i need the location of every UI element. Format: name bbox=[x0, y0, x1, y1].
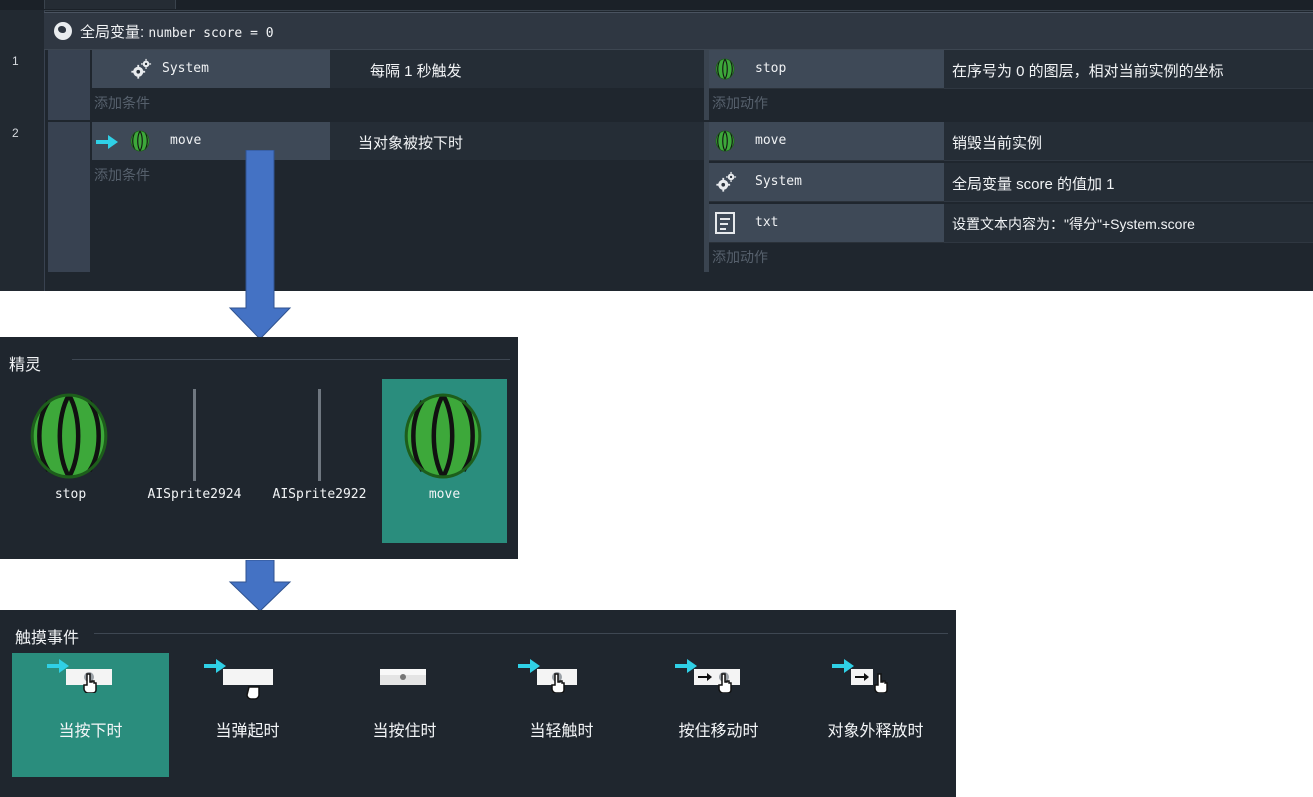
touch-item-label: 当按住时 bbox=[372, 723, 437, 740]
action-description-text: 全局变量 score 的值加 1 bbox=[952, 176, 1115, 193]
touch-tap-icon bbox=[518, 659, 577, 693]
divider bbox=[94, 633, 948, 634]
condition-description-text: 每隔 1 秒触发 bbox=[370, 63, 462, 80]
touch-item-on-drag[interactable]: 按住移动时 bbox=[640, 653, 797, 777]
event-2-action-3-description[interactable]: 设置文本内容为："得分"+System.score bbox=[944, 204, 1313, 243]
flow-arrow-down-icon bbox=[228, 560, 292, 612]
touch-item-label: 当按下时 bbox=[58, 723, 123, 740]
sheet-header-strip bbox=[0, 0, 1313, 11]
touch-release-outside-icon bbox=[832, 659, 888, 693]
condition-object-label: System bbox=[162, 61, 209, 76]
add-action-link[interactable]: 添加动作 bbox=[712, 247, 768, 267]
touch-item-on-hold[interactable]: 当按住时 bbox=[326, 653, 483, 777]
sprite-panel-title: 精灵 bbox=[9, 357, 42, 374]
action-object-label: move bbox=[755, 133, 787, 148]
action-object-label: System bbox=[755, 174, 802, 189]
blank-sprite-icon bbox=[193, 389, 196, 481]
event-1-action-1[interactable]: stop bbox=[709, 50, 944, 89]
add-condition-link[interactable]: 添加条件 bbox=[94, 93, 150, 113]
gear-icon bbox=[715, 171, 737, 193]
sprite-item-aisprite2922[interactable]: AISprite2922 bbox=[257, 379, 382, 543]
touch-drag-icon bbox=[675, 659, 740, 693]
flow-arrow-down-icon bbox=[228, 150, 292, 340]
sprite-panel: 精灵 stop AISprite2924 AISprite2922 move bbox=[0, 337, 518, 559]
line-number-gutter: 1 2 bbox=[0, 10, 45, 291]
event-2-condition[interactable]: move bbox=[92, 122, 330, 160]
event-2-action-3[interactable]: txt bbox=[709, 204, 944, 243]
touch-item-label: 当弹起时 bbox=[215, 723, 280, 740]
sprite-item-move[interactable]: move bbox=[382, 379, 507, 543]
divider bbox=[72, 359, 510, 360]
sprite-name: stop bbox=[54, 487, 87, 502]
sprite-name: AISprite2922 bbox=[272, 487, 367, 502]
blank-sprite-icon bbox=[318, 389, 321, 481]
touch-item-label: 按住移动时 bbox=[678, 723, 759, 740]
event-number-2: 2 bbox=[12, 126, 19, 140]
event-1[interactable]: System 每隔 1 秒触发 添加条件 stop 在序号为 0 的图层，相对当… bbox=[44, 50, 1313, 120]
watermelon-icon bbox=[398, 391, 488, 481]
touch-panel-title: 触摸事件 bbox=[15, 630, 80, 647]
touch-item-on-release-outside[interactable]: 对象外释放时 bbox=[797, 653, 954, 777]
watermelon-icon bbox=[130, 130, 150, 152]
global-variable-declaration: number score = 0 bbox=[148, 26, 274, 41]
event-2-condition-description[interactable]: 当对象被按下时 bbox=[330, 122, 704, 160]
event-2-action-1-description[interactable]: 销毁当前实例 bbox=[944, 122, 1313, 161]
add-action-link[interactable]: 添加动作 bbox=[712, 93, 768, 113]
touch-item-label: 当轻触时 bbox=[529, 723, 594, 740]
sprite-item-aisprite2924[interactable]: AISprite2924 bbox=[132, 379, 257, 543]
touch-release-icon bbox=[204, 659, 273, 700]
event-1-condition[interactable]: System bbox=[92, 50, 330, 88]
touch-item-on-release[interactable]: 当弹起时 bbox=[169, 653, 326, 777]
watermelon-icon bbox=[715, 58, 735, 80]
event-2-block-handle[interactable] bbox=[48, 122, 90, 272]
action-object-label: stop bbox=[755, 61, 787, 76]
text-icon bbox=[715, 212, 735, 234]
condition-object-label: move bbox=[170, 133, 202, 148]
watermelon-icon bbox=[24, 391, 114, 481]
sprite-name: AISprite2924 bbox=[147, 487, 242, 502]
add-condition-link[interactable]: 添加条件 bbox=[94, 165, 150, 185]
event-1-block-handle[interactable] bbox=[48, 50, 90, 120]
touch-press-icon bbox=[47, 659, 112, 693]
sprite-item-stop[interactable]: stop bbox=[8, 379, 133, 543]
sheet-tab[interactable] bbox=[44, 0, 176, 9]
watermelon-icon bbox=[715, 130, 735, 152]
touch-events-panel: 触摸事件 当按下时 当弹起时 当按住时 当轻触时 按住移动时 对象外释放时 bbox=[0, 610, 956, 797]
touch-item-on-press[interactable]: 当按下时 bbox=[12, 653, 169, 777]
event-number-1: 1 bbox=[12, 54, 19, 68]
global-variable-row[interactable]: 全局变量: number score = 0 bbox=[44, 12, 1313, 50]
event-1-condition-description[interactable]: 每隔 1 秒触发 bbox=[330, 50, 704, 88]
event-2-action-2[interactable]: System bbox=[709, 163, 944, 202]
action-description-text: 设置文本内容为："得分"+System.score bbox=[952, 216, 1195, 232]
action-object-label: txt bbox=[755, 215, 779, 230]
action-description-text: 销毁当前实例 bbox=[952, 135, 1043, 152]
event-2-action-2-description[interactable]: 全局变量 score 的值加 1 bbox=[944, 163, 1313, 202]
touch-hold-icon bbox=[380, 669, 426, 685]
gear-icon bbox=[130, 58, 152, 80]
event-1-action-1-description[interactable]: 在序号为 0 的图层，相对当前实例的坐标 bbox=[944, 50, 1313, 89]
action-description-text: 在序号为 0 的图层，相对当前实例的坐标 bbox=[952, 63, 1224, 80]
event-2-action-1[interactable]: move bbox=[709, 122, 944, 161]
sprite-name: move bbox=[428, 487, 461, 502]
globe-icon bbox=[54, 22, 72, 40]
touch-item-on-tap[interactable]: 当轻触时 bbox=[483, 653, 640, 777]
event-sheet: 1 2 全局变量: number score = 0 System 每隔 1 秒… bbox=[0, 0, 1313, 291]
touch-item-label: 对象外释放时 bbox=[827, 723, 924, 740]
trigger-arrow-icon bbox=[96, 135, 118, 149]
global-variable-label: 全局变量: bbox=[80, 24, 145, 41]
condition-description-text: 当对象被按下时 bbox=[358, 135, 464, 152]
